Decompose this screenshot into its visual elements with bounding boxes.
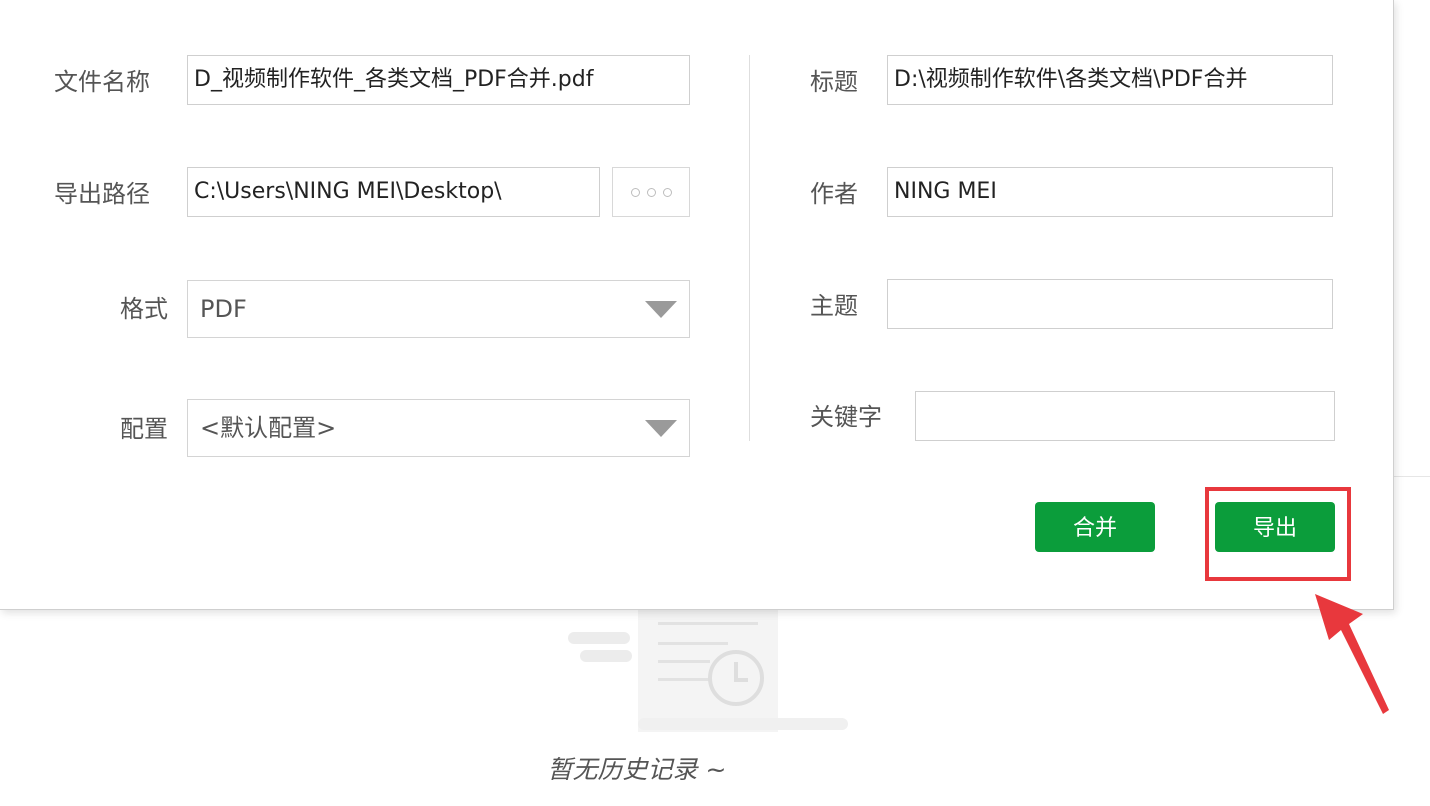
format-selected-value: PDF bbox=[200, 295, 247, 323]
config-selected-value: <默认配置> bbox=[200, 414, 337, 442]
export-dialog: 文件名称 D_视频制作软件_各类文档_PDF合并.pdf 导出路径 C:\Use… bbox=[0, 0, 1394, 610]
empty-history-text: 暂无历史记录 ~ bbox=[547, 755, 727, 784]
chevron-down-icon bbox=[645, 420, 677, 437]
background-divider bbox=[1394, 476, 1430, 477]
pointer-arrow-icon bbox=[1315, 594, 1389, 714]
ellipsis-icon bbox=[630, 187, 640, 197]
title-label: 标题 bbox=[810, 68, 858, 96]
format-label: 格式 bbox=[120, 295, 168, 323]
title-input[interactable]: D:\视频制作软件\各类文档\PDF合并 bbox=[887, 55, 1333, 105]
column-divider bbox=[749, 55, 750, 441]
ellipsis-icon bbox=[646, 187, 656, 197]
export-path-label: 导出路径 bbox=[54, 180, 150, 208]
format-select[interactable]: PDF bbox=[187, 280, 690, 338]
merge-button[interactable]: 合并 bbox=[1035, 502, 1155, 552]
ellipsis-icon bbox=[662, 187, 672, 197]
filename-label: 文件名称 bbox=[54, 68, 150, 96]
keywords-input[interactable] bbox=[915, 391, 1335, 441]
subject-input[interactable] bbox=[887, 279, 1333, 329]
author-label: 作者 bbox=[810, 180, 858, 208]
keywords-label: 关键字 bbox=[810, 403, 882, 431]
subject-label: 主题 bbox=[810, 292, 858, 320]
export-path-input[interactable]: C:\Users\NING MEI\Desktop\ bbox=[187, 167, 600, 217]
chevron-down-icon bbox=[645, 301, 677, 318]
filename-input[interactable]: D_视频制作软件_各类文档_PDF合并.pdf bbox=[187, 55, 690, 105]
config-select[interactable]: <默认配置> bbox=[187, 399, 690, 457]
author-input[interactable]: NING MEI bbox=[887, 167, 1333, 217]
browse-path-button[interactable] bbox=[612, 167, 690, 217]
config-label: 配置 bbox=[120, 415, 168, 443]
export-highlight-box bbox=[1205, 487, 1351, 581]
document-clock-icon bbox=[568, 600, 848, 732]
